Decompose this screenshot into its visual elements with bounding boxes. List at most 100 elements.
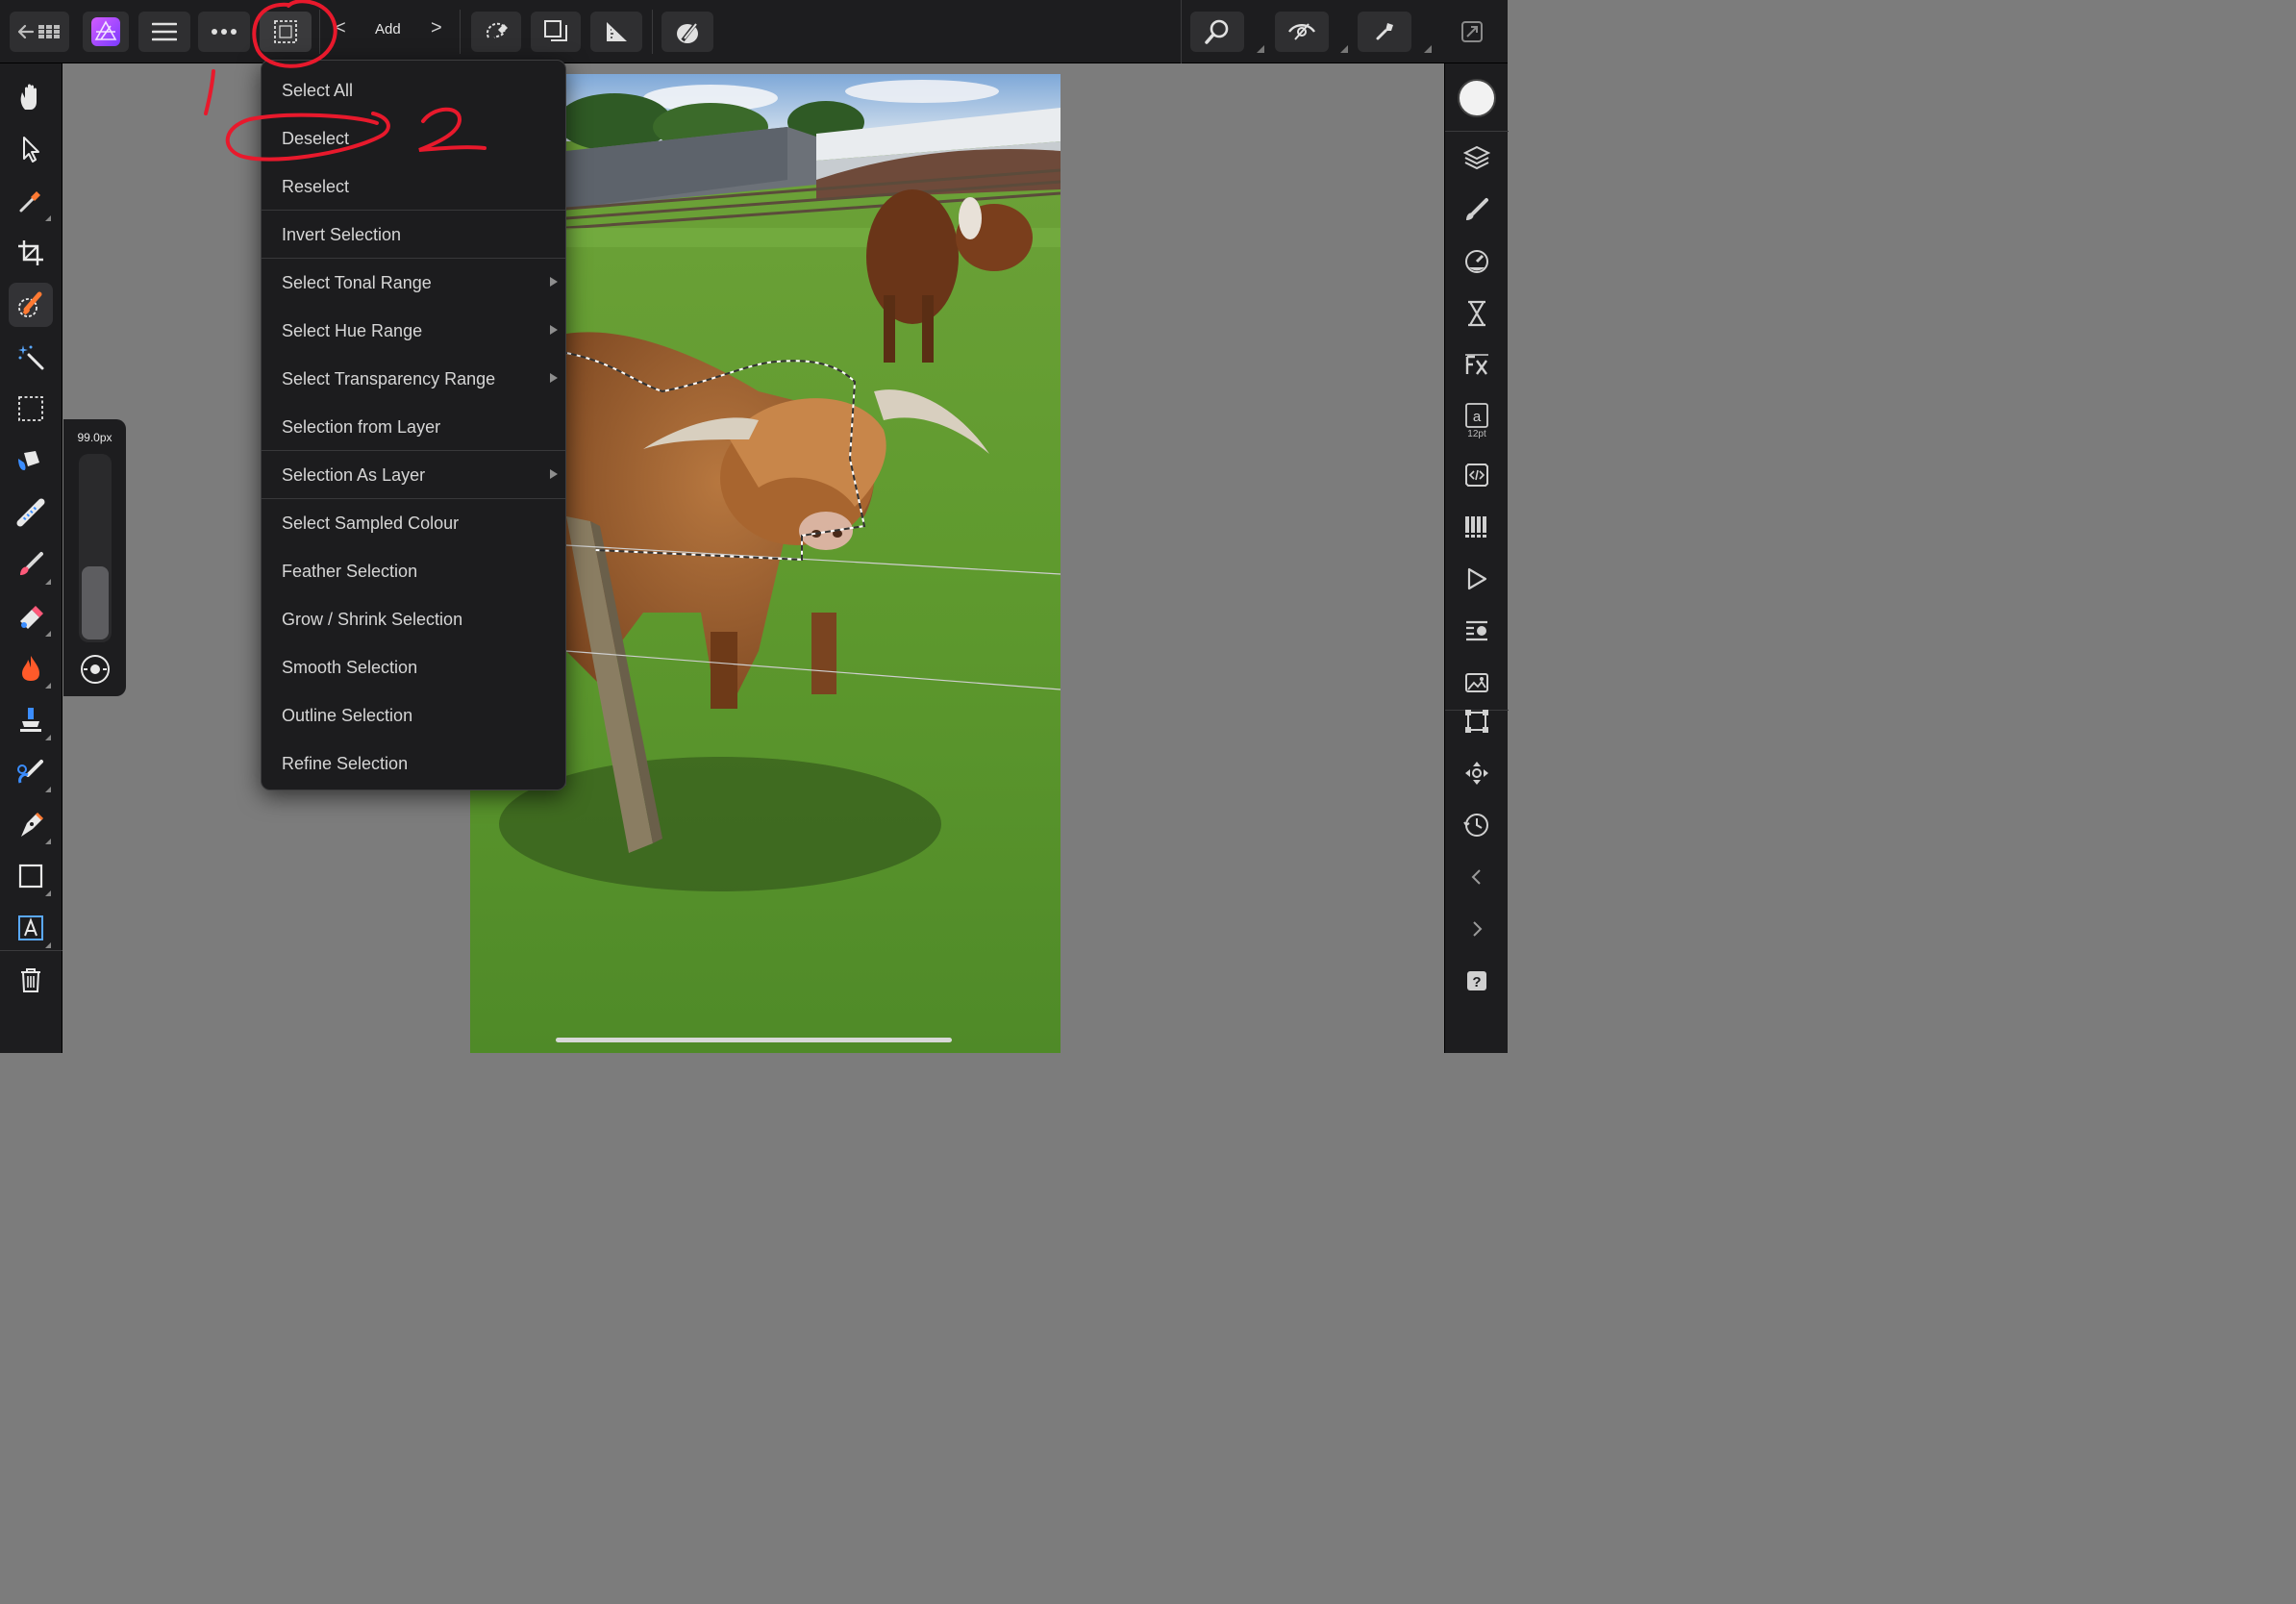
- menu-item-label: Feather Selection: [282, 561, 418, 581]
- menu-item-label: Refine Selection: [282, 753, 409, 773]
- rectangle-tool-button[interactable]: [9, 854, 53, 898]
- layers-icon: [1463, 145, 1490, 170]
- selection-menu-button[interactable]: [260, 12, 312, 52]
- hourglass-icon: [1468, 300, 1485, 327]
- view-tool-button[interactable]: [9, 75, 53, 119]
- view-eye-icon: [1288, 23, 1315, 40]
- color-picker-tool-button[interactable]: [9, 179, 53, 223]
- brush-size-slider[interactable]: [79, 454, 112, 642]
- text-tool-button[interactable]: [9, 906, 53, 950]
- selection-mode-label[interactable]: Add: [375, 21, 401, 38]
- menu-item-label: Invert Selection: [282, 224, 402, 244]
- gradient-tool-button[interactable]: [9, 490, 53, 535]
- menu-item-outline-selection[interactable]: Outline Selection: [262, 691, 565, 739]
- flood-select-tool-button[interactable]: [9, 335, 53, 379]
- menu-item-label: Smooth Selection: [282, 657, 418, 677]
- zoom-options-icon[interactable]: [1257, 45, 1264, 53]
- move-tool-button[interactable]: [9, 127, 53, 171]
- next-mode-button[interactable]: >: [431, 17, 442, 39]
- flood-fill-tool-button[interactable]: [9, 439, 53, 483]
- color-well[interactable]: [1458, 79, 1496, 117]
- code-studio-button[interactable]: [1456, 454, 1498, 496]
- macros-studio-button[interactable]: [1456, 558, 1498, 600]
- retouch-tool-button[interactable]: [9, 750, 53, 794]
- straighten-button[interactable]: [590, 12, 642, 52]
- properties-studio-button[interactable]: [1456, 610, 1498, 652]
- help-button[interactable]: ?: [1456, 960, 1498, 1002]
- view-mode-button[interactable]: [1275, 12, 1329, 52]
- brushes-studio-button[interactable]: [1456, 188, 1498, 231]
- navigator-studio-button[interactable]: [1456, 752, 1498, 794]
- expand-right-button[interactable]: [1456, 908, 1498, 950]
- color-picker-icon: [19, 191, 40, 213]
- menu-item-smooth-selection[interactable]: Smooth Selection: [262, 643, 565, 691]
- menu-item-selection-from-layer[interactable]: Selection from Layer: [262, 403, 565, 451]
- menu-item-feather-selection[interactable]: Feather Selection: [262, 547, 565, 595]
- history-studio-button[interactable]: [1456, 804, 1498, 846]
- menu-item-selection-as-layer[interactable]: Selection As Layer: [262, 451, 565, 499]
- more-options-button[interactable]: [198, 12, 250, 52]
- zoom-button[interactable]: [1190, 12, 1244, 52]
- menu-item-reselect[interactable]: Reselect: [262, 163, 565, 211]
- assistant-button[interactable]: [1358, 12, 1411, 52]
- layers-studio-button[interactable]: [1456, 137, 1498, 179]
- refine-brush-button[interactable]: [661, 12, 713, 52]
- rectangular-marquee-icon: [18, 396, 43, 421]
- history-hourglass-button[interactable]: [1456, 292, 1498, 335]
- menu-item-label: Deselect: [282, 128, 350, 148]
- window-toggle-button[interactable]: [1460, 19, 1485, 49]
- text-styles-button[interactable]: a 12pt: [1456, 396, 1498, 446]
- selection-menu: Select All Deselect Reselect Invert Selecti…: [261, 60, 566, 790]
- hamburger-menu-icon: [152, 22, 177, 41]
- menu-item-label: Selection As Layer: [282, 464, 426, 485]
- transform-studio-button[interactable]: [1456, 700, 1498, 742]
- back-to-documents-button[interactable]: [10, 12, 69, 52]
- transform-icon: [1465, 710, 1488, 733]
- snap-selection-button[interactable]: [471, 12, 521, 52]
- menu-item-deselect[interactable]: Deselect: [262, 114, 565, 163]
- dodge-burn-tool-button[interactable]: [9, 646, 53, 690]
- menu-item-select-sampled-colour[interactable]: Select Sampled Colour: [262, 499, 565, 547]
- delete-button[interactable]: [9, 958, 53, 1002]
- view-options-icon[interactable]: [1340, 45, 1348, 53]
- hand-icon: [20, 84, 37, 110]
- paint-brush-tool-button[interactable]: [9, 542, 53, 587]
- menu-item-select-tonal-range[interactable]: Select Tonal Range: [262, 259, 565, 307]
- clone-tool-button[interactable]: [9, 698, 53, 742]
- menu-item-select-hue-range[interactable]: Select Hue Range: [262, 307, 565, 355]
- assistant-options-icon[interactable]: [1424, 45, 1432, 53]
- adjustments-studio-button[interactable]: [1456, 240, 1498, 283]
- magic-wand-icon: [18, 345, 44, 370]
- menu-item-refine-selection[interactable]: Refine Selection: [262, 739, 565, 788]
- image-icon: [1465, 673, 1488, 692]
- adjustments-icon: [1465, 250, 1488, 273]
- menu-item-select-all[interactable]: Select All: [262, 66, 565, 114]
- tools-panel: [0, 63, 62, 1053]
- erase-icon: [20, 606, 43, 629]
- menu-item-grow-shrink-selection[interactable]: Grow / Shrink Selection: [262, 595, 565, 643]
- brush-size-slider-fill[interactable]: [82, 566, 109, 639]
- menu-item-invert-selection[interactable]: Invert Selection: [262, 211, 565, 259]
- erase-brush-tool-button[interactable]: [9, 594, 53, 639]
- image-studio-button[interactable]: [1456, 662, 1498, 704]
- crop-tool-button[interactable]: [9, 231, 53, 275]
- properties-icon: [1466, 620, 1487, 641]
- menu-item-label: Outline Selection: [282, 705, 413, 725]
- menu-item-label: Select Transparency Range: [282, 368, 496, 388]
- swatches-studio-button[interactable]: [1456, 506, 1498, 548]
- prev-mode-button[interactable]: <: [335, 17, 346, 39]
- layer-copy-button[interactable]: [531, 12, 581, 52]
- home-indicator[interactable]: [556, 1038, 952, 1042]
- fx-studio-button[interactable]: [1456, 344, 1498, 387]
- text-style-icon: a: [1465, 403, 1488, 428]
- menu-item-label: Reselect: [282, 176, 350, 196]
- pen-tool-button[interactable]: [9, 802, 53, 846]
- selection-brush-tool-button[interactable]: [9, 283, 53, 327]
- submenu-arrow-icon: [550, 325, 558, 335]
- affinity-photo-logo[interactable]: [83, 12, 129, 52]
- marquee-tool-button[interactable]: [9, 387, 53, 431]
- brush-options-button[interactable]: [80, 654, 111, 689]
- menu-item-select-transparency-range[interactable]: Select Transparency Range: [262, 355, 565, 403]
- collapse-left-button[interactable]: [1456, 856, 1498, 898]
- main-menu-button[interactable]: [138, 12, 190, 52]
